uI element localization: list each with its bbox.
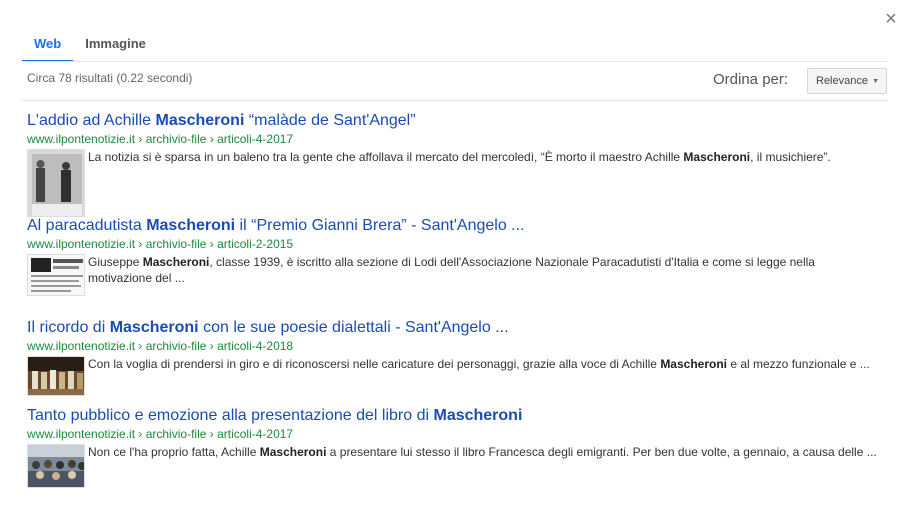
highlighted-term: Mascheroni bbox=[660, 357, 727, 371]
search-result: Tanto pubblico e emozione alla presentaz… bbox=[27, 406, 877, 511]
result-stats: Circa 78 risultati (0.22 secondi) bbox=[27, 71, 193, 85]
result-url[interactable]: www.ilpontenotizie.it › archivio-file › … bbox=[27, 338, 877, 354]
result-url[interactable]: www.ilpontenotizie.it › archivio-file › … bbox=[27, 426, 877, 442]
text-segment: Con la voglia di prendersi in giro e di … bbox=[88, 357, 661, 371]
text-segment: La notizia si è sparsa in un baleno tra … bbox=[88, 150, 684, 164]
tab-bar: Web Immagine bbox=[22, 34, 158, 62]
close-icon[interactable]: × bbox=[882, 9, 900, 29]
search-result: L'addio ad Achille Mascheroni “malàde de… bbox=[27, 111, 877, 217]
result-thumbnail[interactable] bbox=[27, 254, 85, 296]
highlighted-term: Mascheroni bbox=[259, 445, 327, 459]
text-segment: , il musichiere”. bbox=[750, 150, 831, 164]
tab-divider bbox=[22, 61, 888, 62]
result-url[interactable]: www.ilpontenotizie.it › archivio-file › … bbox=[27, 236, 877, 252]
text-segment: Tanto pubblico e emozione alla presentaz… bbox=[27, 407, 434, 424]
tab-immagine[interactable]: Immagine bbox=[73, 34, 158, 60]
tab-web[interactable]: Web bbox=[22, 34, 74, 62]
text-segment: Non ce l'ha proprio fatta, Achille bbox=[88, 445, 260, 459]
search-result: Al paracadutista Mascheroni il “Premio G… bbox=[27, 216, 877, 318]
highlighted-term: Mascheroni bbox=[142, 255, 210, 269]
text-segment: Il ricordo di bbox=[27, 319, 110, 336]
result-snippet: Con la voglia di prendersi in giro e di … bbox=[88, 356, 870, 396]
text-segment: il “Premio Gianni Brera” - Sant'Angelo .… bbox=[235, 217, 525, 234]
chevron-down-icon: ▼ bbox=[872, 78, 879, 85]
sort-dropdown[interactable]: Relevance ▼ bbox=[807, 68, 887, 94]
highlighted-term: Mascheroni bbox=[146, 217, 236, 234]
result-title-link[interactable]: Al paracadutista Mascheroni il “Premio G… bbox=[27, 216, 877, 236]
search-result: Il ricordo di Mascheroni con le sue poes… bbox=[27, 318, 877, 406]
highlighted-term: Mascheroni bbox=[155, 112, 245, 129]
sort-value: Relevance bbox=[816, 75, 868, 87]
text-segment: L'addio ad Achille bbox=[27, 112, 156, 129]
result-thumbnail[interactable] bbox=[27, 444, 85, 488]
result-url[interactable]: www.ilpontenotizie.it › archivio-file › … bbox=[27, 131, 877, 147]
result-snippet: Non ce l'ha proprio fatta, Achille Masch… bbox=[88, 444, 877, 488]
text-segment: Al paracadutista bbox=[27, 217, 147, 234]
result-thumbnail[interactable] bbox=[27, 356, 85, 396]
text-segment: a presentare lui stesso il libro Frances… bbox=[326, 445, 877, 459]
result-title-link[interactable]: L'addio ad Achille Mascheroni “malàde de… bbox=[27, 111, 877, 131]
results-list: L'addio ad Achille Mascheroni “malàde de… bbox=[27, 111, 877, 511]
result-snippet: Giuseppe Mascheroni, classe 1939, è iscr… bbox=[88, 254, 877, 296]
sort-divider bbox=[22, 100, 888, 101]
sort-label: Ordina per: bbox=[713, 71, 789, 88]
result-thumbnail[interactable] bbox=[27, 149, 85, 217]
highlighted-term: Mascheroni bbox=[109, 319, 199, 336]
result-title-link[interactable]: Tanto pubblico e emozione alla presentaz… bbox=[27, 406, 877, 426]
text-segment: con le sue poesie dialettali - Sant'Ange… bbox=[198, 319, 509, 336]
text-segment: “malàde de Sant'Angel” bbox=[244, 112, 416, 129]
result-snippet: La notizia si è sparsa in un baleno tra … bbox=[88, 149, 831, 217]
text-segment: Giuseppe bbox=[88, 255, 143, 269]
text-segment: e al mezzo funzionale e ... bbox=[727, 357, 870, 371]
highlighted-term: Mascheroni bbox=[683, 150, 751, 164]
result-title-link[interactable]: Il ricordo di Mascheroni con le sue poes… bbox=[27, 318, 877, 338]
highlighted-term: Mascheroni bbox=[433, 407, 523, 424]
